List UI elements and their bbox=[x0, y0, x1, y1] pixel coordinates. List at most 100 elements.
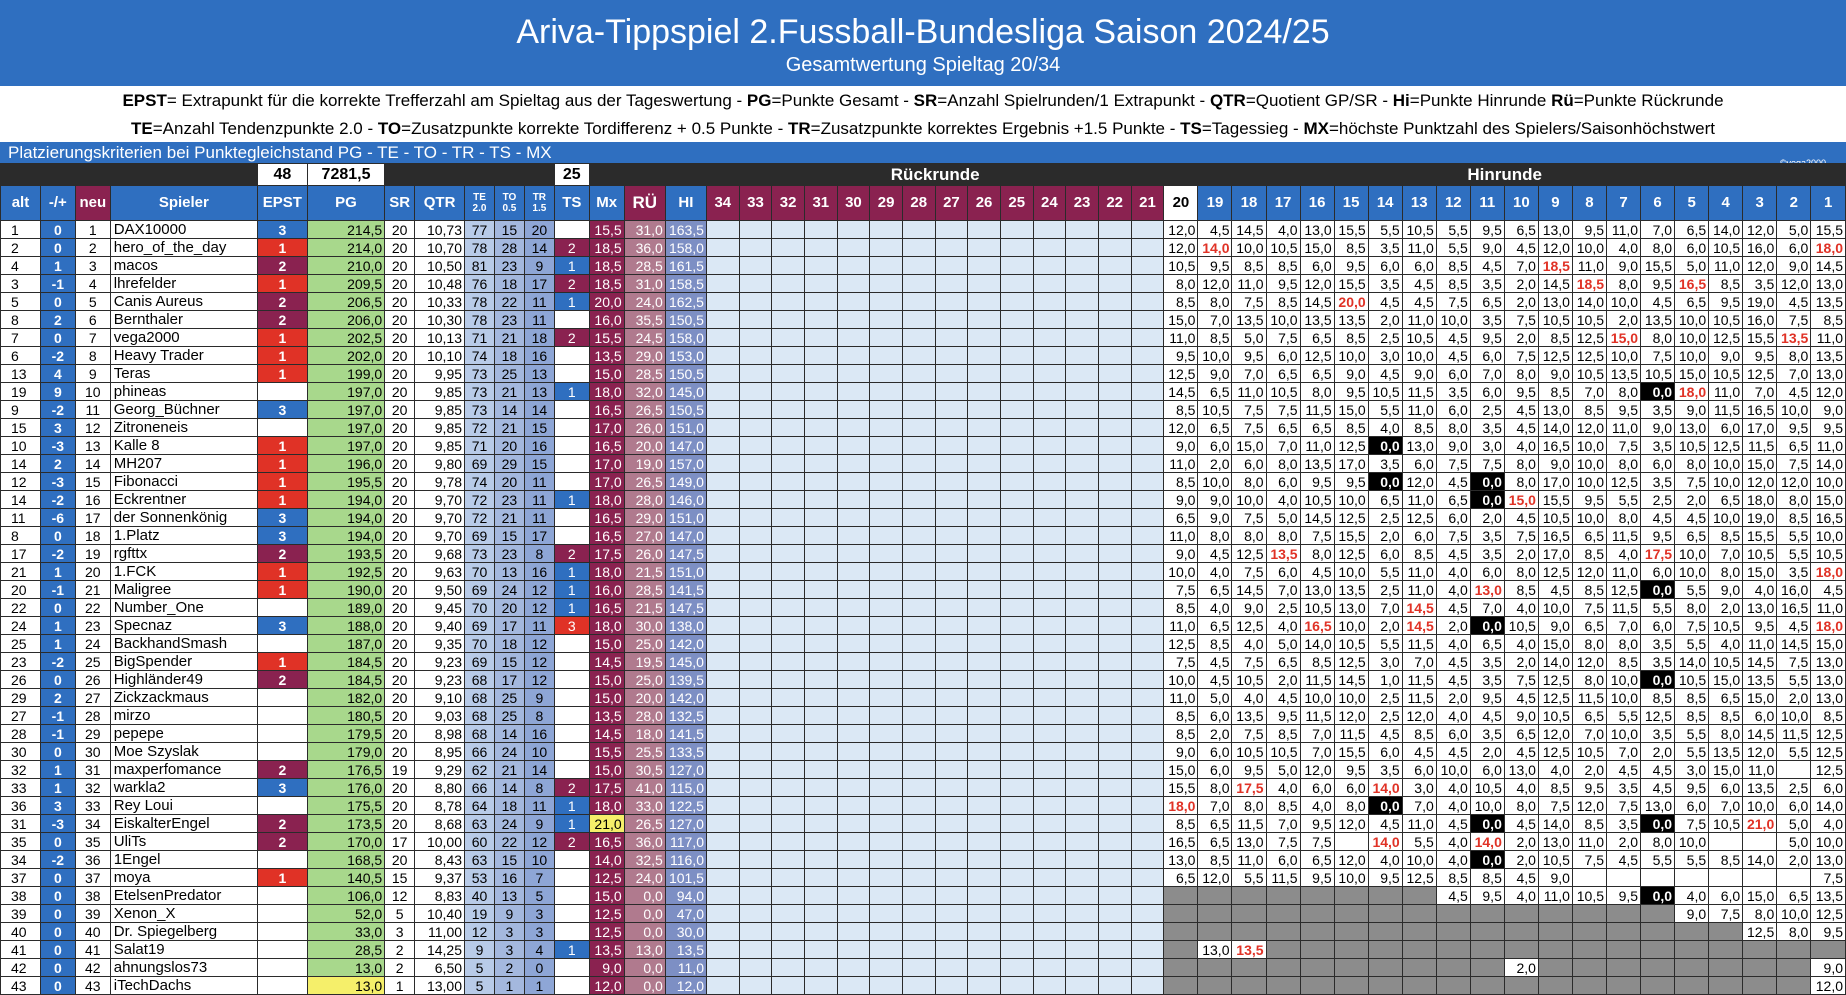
tr-value: 16 bbox=[523, 436, 555, 455]
round-score: 4,5 bbox=[1401, 274, 1437, 293]
round-empty bbox=[999, 688, 1034, 707]
summary-spacer bbox=[623, 163, 666, 186]
round-score: 4,0 bbox=[1265, 616, 1301, 635]
hi-value: 12,0 bbox=[664, 976, 707, 995]
round-score: 0,0 bbox=[1640, 670, 1676, 689]
tr-value: 11 bbox=[523, 292, 555, 311]
round-score bbox=[1708, 868, 1744, 887]
round-score: 18,0 bbox=[1810, 616, 1846, 635]
round-score: 11,0 bbox=[1605, 220, 1642, 239]
round-score: 8,5 bbox=[1265, 724, 1301, 743]
sr-value: 12 bbox=[384, 886, 416, 905]
table-row: 41 0 41 Salat19 28,5 2 14,25 9 3 4 1 13,5 13,0 13,5 13… bbox=[0, 940, 1846, 959]
round-score: 8,5 bbox=[1401, 544, 1437, 563]
round-empty bbox=[967, 670, 1001, 689]
round-empty bbox=[999, 292, 1034, 311]
round-empty bbox=[738, 472, 773, 491]
round-empty bbox=[967, 616, 1001, 635]
round-score: 4,5 bbox=[1299, 562, 1335, 581]
sr-value: 20 bbox=[384, 634, 416, 653]
round-score: 8,5 bbox=[1333, 238, 1369, 257]
legend-text: =Punkte Hinrunde bbox=[1409, 91, 1552, 110]
round-score: 2,0 bbox=[1605, 310, 1642, 329]
round-empty bbox=[1130, 328, 1165, 347]
rank-old: 14 bbox=[0, 490, 41, 509]
round-score bbox=[1503, 922, 1539, 941]
round-empty bbox=[836, 418, 871, 437]
round-score: 10,0 bbox=[1163, 562, 1199, 581]
round-score: 13,5 bbox=[1231, 310, 1267, 329]
player-name: 1.FCK bbox=[109, 562, 258, 581]
round-score: 8,0 bbox=[1299, 382, 1335, 401]
page-subtitle: Gesamtwertung Spieltag 20/34 bbox=[785, 54, 1061, 76]
round-score: 8,0 bbox=[1333, 796, 1369, 815]
pg-value: 52,0 bbox=[306, 904, 386, 923]
round-empty bbox=[999, 670, 1034, 689]
rank-old: 8 bbox=[0, 310, 41, 329]
player-name: Number_One bbox=[109, 598, 258, 617]
round-score: 15,5 bbox=[1333, 526, 1369, 545]
rank-change: 0 bbox=[39, 328, 76, 347]
round-score: 10,5 bbox=[1265, 742, 1301, 761]
tr-value: 14 bbox=[523, 760, 555, 779]
round-empty bbox=[1032, 976, 1067, 995]
round-score: 18,0 bbox=[1163, 796, 1199, 815]
sr-value: 20 bbox=[384, 778, 416, 797]
round-score bbox=[1299, 958, 1335, 977]
epst-value: 1 bbox=[256, 454, 308, 473]
round-empty bbox=[1130, 904, 1165, 923]
mx-value: 14,5 bbox=[588, 724, 625, 743]
round-score: 7,5 bbox=[1163, 580, 1199, 599]
hi-value: 142,0 bbox=[664, 634, 707, 653]
round-score: 10,5 bbox=[1708, 310, 1744, 329]
round-score: 15,5 bbox=[1742, 328, 1778, 347]
round-score: 8,5 bbox=[1265, 292, 1301, 311]
round-score: 16,0 bbox=[1742, 310, 1778, 329]
round-empty bbox=[1032, 400, 1067, 419]
round-empty bbox=[934, 310, 969, 329]
round-score: 9,5 bbox=[1367, 868, 1403, 887]
qtr-value: 8,95 bbox=[414, 742, 466, 761]
round-empty bbox=[901, 310, 936, 329]
rank-new: 41 bbox=[74, 940, 111, 959]
round-score: 6,0 bbox=[1231, 454, 1267, 473]
round-score bbox=[1674, 976, 1710, 995]
round-score bbox=[1571, 922, 1608, 941]
round-score: 8,0 bbox=[1503, 472, 1539, 491]
round-empty bbox=[869, 454, 903, 473]
tr-value: 3 bbox=[523, 904, 555, 923]
round-score bbox=[1469, 904, 1505, 923]
round-score: 8,5 bbox=[1299, 652, 1335, 671]
round-score: 9,5 bbox=[1333, 382, 1369, 401]
round-empty bbox=[1032, 490, 1067, 509]
round-score bbox=[1571, 976, 1608, 995]
round-empty bbox=[1130, 634, 1165, 653]
round-score: 7,5 bbox=[1231, 400, 1267, 419]
tr-value: 12 bbox=[523, 580, 555, 599]
epst-value: 2 bbox=[256, 760, 308, 779]
round-empty bbox=[1130, 778, 1165, 797]
rank-new: 31 bbox=[74, 760, 111, 779]
sr-value: 17 bbox=[384, 832, 416, 851]
epst-value: 1 bbox=[256, 436, 308, 455]
round-score: 10,5 bbox=[1708, 814, 1744, 833]
round-score: 14,0 bbox=[1810, 454, 1846, 473]
te-value: 12 bbox=[464, 922, 495, 941]
col-round-11: 11 bbox=[1469, 185, 1505, 221]
rank-new: 18 bbox=[74, 526, 111, 545]
col-round-21: 21 bbox=[1130, 185, 1165, 221]
round-score bbox=[1708, 922, 1744, 941]
round-score: 6,0 bbox=[1708, 778, 1744, 797]
round-score: 4,5 bbox=[1197, 220, 1233, 239]
round-score: 7,5 bbox=[1674, 616, 1710, 635]
round-score: 3,0 bbox=[1367, 346, 1403, 365]
round-score: 11,0 bbox=[1537, 886, 1573, 905]
round-empty bbox=[999, 436, 1034, 455]
table-row: 3 -1 4 lhrefelder 1 209,5 20 10,48 76 18 17 2 18,5 31… bbox=[0, 274, 1846, 293]
round-empty bbox=[999, 598, 1034, 617]
round-score: 8,5 bbox=[1571, 580, 1608, 599]
round-empty bbox=[967, 418, 1001, 437]
round-empty bbox=[738, 418, 773, 437]
round-score: 6,5 bbox=[1571, 616, 1608, 635]
rank-change: 0 bbox=[39, 742, 76, 761]
